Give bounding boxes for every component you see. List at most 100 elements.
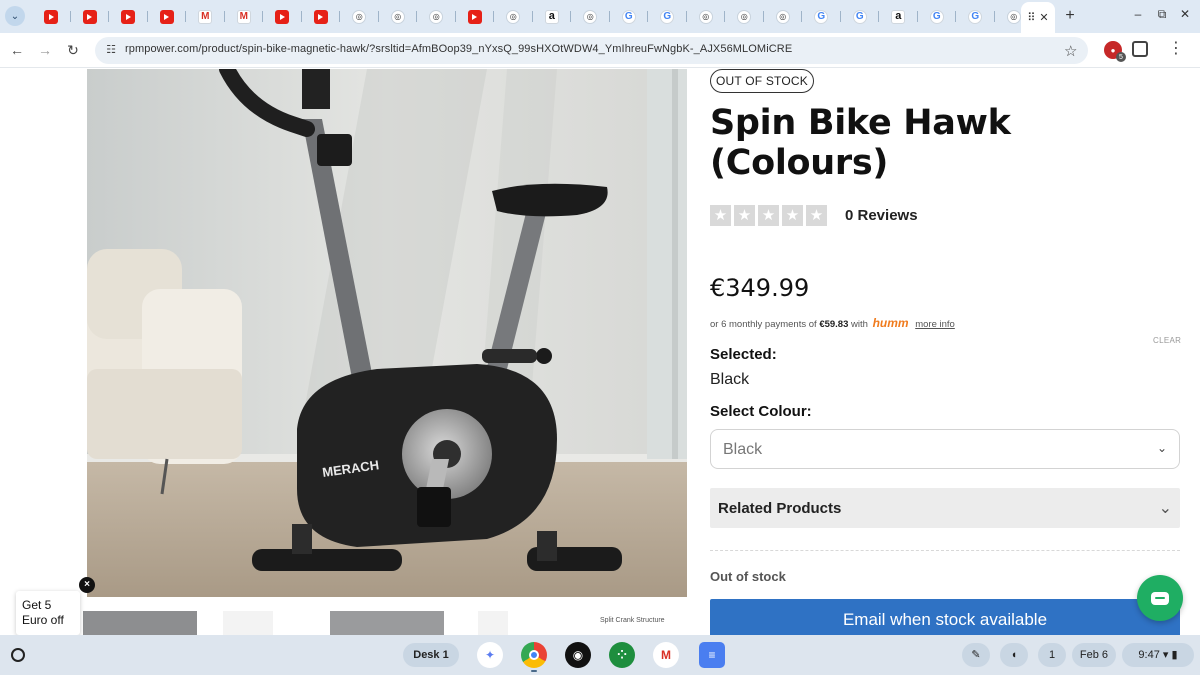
thumbnail-2[interactable]	[223, 611, 273, 635]
related-products-accordion[interactable]: Related Products ⌄	[710, 488, 1180, 528]
close-window-icon[interactable]: ✕	[1178, 7, 1192, 21]
product-info: OUT OF STOCK Spin Bike Hawk (Colours) ★ ★…	[710, 69, 1181, 635]
promo-popup[interactable]: Get 5 Euro off	[16, 591, 80, 635]
thumbnail-1[interactable]	[83, 611, 197, 635]
files-app-icon[interactable]: ⁘	[609, 642, 635, 668]
bookmark-star-icon[interactable]: ☆	[1064, 42, 1077, 60]
site-icon: ◎	[390, 9, 405, 24]
chrome-icon[interactable]	[521, 642, 547, 672]
youtube-icon	[275, 9, 290, 24]
minimize-window-icon[interactable]: –	[1131, 7, 1145, 21]
browser-tab[interactable]: G	[802, 4, 841, 29]
more-info-link[interactable]: more info	[915, 319, 955, 330]
extension-icon[interactable]: ● 5	[1104, 41, 1126, 62]
gmail-icon: M	[236, 9, 251, 24]
rating-star-icon[interactable]: ★	[710, 205, 731, 226]
browser-tab[interactable]: ◎	[687, 4, 726, 29]
assistant-icon[interactable]: ✦	[477, 642, 503, 668]
docs-app-icon[interactable]: ≡	[699, 642, 725, 668]
mute-icon[interactable]: ◖	[1000, 643, 1028, 667]
reload-button[interactable]: ↻	[64, 41, 82, 59]
new-tab-button[interactable]: +	[1061, 7, 1079, 25]
site-icon: ◎	[698, 9, 713, 24]
status-area[interactable]: 9:47 ▾ ▮	[1122, 643, 1194, 667]
rating-stars[interactable]: ★ ★ ★ ★ ★	[710, 205, 827, 226]
selected-label: Selected:	[710, 346, 777, 363]
browser-tab[interactable]: G	[648, 4, 687, 29]
promo-line-2: Euro off	[22, 613, 64, 627]
thumbnail-4[interactable]	[478, 611, 508, 635]
divider	[710, 550, 1180, 551]
browser-tab[interactable]: G	[841, 4, 880, 29]
browser-tab[interactable]	[32, 4, 71, 29]
browser-tab[interactable]: a	[879, 4, 918, 29]
browser-tab[interactable]: G	[956, 4, 995, 29]
clear-selection-link[interactable]: CLEAR	[1153, 336, 1181, 345]
select-colour-label: Select Colour:	[710, 403, 812, 420]
humm-logo: humm	[872, 316, 909, 330]
url-text[interactable]: rpmpower.com/product/spin-bike-magnetic-…	[125, 43, 792, 55]
site-info-icon[interactable]: ☷	[104, 43, 118, 57]
browser-tab[interactable]: a	[533, 4, 572, 29]
product-hero-image[interactable]: MERACH	[87, 69, 687, 597]
youtube-icon	[313, 9, 328, 24]
browser-tab[interactable]	[109, 4, 148, 29]
chevron-down-icon: ⌄	[1156, 441, 1167, 455]
google-icon: G	[660, 9, 675, 24]
browser-tab[interactable]: G	[918, 4, 957, 29]
extension-badge: 5	[1116, 52, 1126, 62]
email-when-available-button[interactable]: Email when stock available	[710, 599, 1180, 635]
address-bar[interactable]: ☷ rpmpower.com/product/spin-bike-magneti…	[95, 37, 1088, 64]
browser-tab[interactable]: G	[610, 4, 649, 29]
notification-count[interactable]: 1	[1038, 643, 1066, 667]
browser-tab[interactable]	[263, 4, 302, 29]
colour-select-value: Black	[723, 441, 763, 458]
browser-tab[interactable]: ◎	[494, 4, 533, 29]
thumbnail-3[interactable]	[330, 611, 444, 635]
browser-tab[interactable]: M	[225, 4, 264, 29]
browser-menu-icon[interactable]: ⋮	[1168, 40, 1184, 58]
reviews-count[interactable]: 0 Reviews	[845, 207, 918, 224]
back-button[interactable]: ←	[8, 41, 26, 59]
browser-tab[interactable]: ◎	[417, 4, 456, 29]
rating-star-icon[interactable]: ★	[734, 205, 755, 226]
browser-tab[interactable]: ◎	[725, 4, 764, 29]
tab-list: M M ◎ ◎ ◎ ◎ a ◎ G G ◎ ◎ ◎ G Ga G G ◎	[32, 4, 1033, 29]
rating-star-icon[interactable]: ★	[758, 205, 779, 226]
rating-star-icon[interactable]: ★	[806, 205, 827, 226]
google-icon: G	[814, 9, 829, 24]
browser-tab[interactable]	[148, 4, 187, 29]
forward-button[interactable]: →	[36, 41, 54, 59]
browser-tab[interactable]: ◎	[379, 4, 418, 29]
browser-tab[interactable]: M	[186, 4, 225, 29]
close-tab-icon[interactable]: ✕	[1039, 11, 1048, 24]
google-icon: G	[968, 9, 983, 24]
stock-status-badge: OUT OF STOCK	[710, 69, 814, 93]
product-price: €349.99	[710, 274, 810, 302]
browser-tab[interactable]	[302, 4, 341, 29]
browser-tab[interactable]: ◎	[340, 4, 379, 29]
desk-button[interactable]: Desk 1	[403, 643, 459, 667]
colour-select[interactable]: Black ⌄	[710, 429, 1180, 469]
browser-tab[interactable]	[71, 4, 110, 29]
browser-tab[interactable]: ◎	[764, 4, 803, 29]
site-icon: ◎	[737, 9, 752, 24]
promo-close-button[interactable]: ×	[79, 577, 95, 593]
launcher-icon[interactable]	[11, 648, 25, 662]
active-tab[interactable]: ⠿ ✕	[1021, 2, 1055, 33]
gmail-app-icon[interactable]: M	[653, 642, 679, 668]
date-display[interactable]: Feb 6	[1072, 643, 1116, 667]
thumbnail-caption: Split Crank Structure	[600, 617, 665, 624]
tab-search-chevron-icon[interactable]: ⌄	[5, 6, 25, 26]
browser-tab[interactable]: ◎	[571, 4, 610, 29]
browser-tab-strip: ⌄ M M ◎ ◎ ◎ ◎ a ◎ G G ◎ ◎ ◎ G Ga G G ◎ ⠿ ✕ + – ⧉ ✕	[0, 0, 1200, 33]
chat-widget-button[interactable]	[1137, 575, 1183, 621]
stylus-tray-icon[interactable]: ✎	[962, 643, 990, 667]
maximize-window-icon[interactable]: ⧉	[1155, 7, 1169, 21]
installment-prefix: or 6 monthly payments of	[710, 319, 817, 330]
extensions-puzzle-icon[interactable]	[1132, 41, 1148, 57]
google-icon: G	[929, 9, 944, 24]
cast-app-icon[interactable]: ◉	[565, 642, 591, 668]
browser-tab[interactable]	[456, 4, 495, 29]
rating-star-icon[interactable]: ★	[782, 205, 803, 226]
